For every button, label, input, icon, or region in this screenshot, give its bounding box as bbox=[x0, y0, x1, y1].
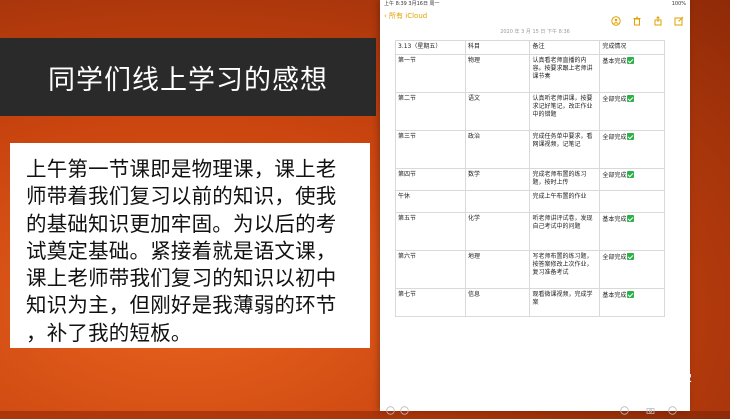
subject-cell: 数学 bbox=[464, 168, 531, 191]
share-icon[interactable] bbox=[653, 11, 663, 26]
body-line: 课上老师带我们复习的知识以初中 bbox=[26, 266, 337, 291]
table-row: 第五节 化学 听老师讲评试卷，发现自己考试中的问题 基本完成 bbox=[395, 212, 665, 251]
note-cell: 听老师讲评试卷，发现自己考试中的问题 bbox=[529, 212, 601, 251]
note-cell: 认真看老师直播的内容。按要求跟上老师讲课节奏 bbox=[529, 54, 601, 93]
status-cell: 基本完成 bbox=[599, 212, 665, 251]
table-row: 第四节 数学 完成老师布置的练习题，按时上传 全部完成 bbox=[395, 168, 665, 191]
table-row: 第一节 物理 认真看老师直播的内容。按要求跟上老师讲课节奏 基本完成 bbox=[395, 54, 665, 93]
table-header: 备注 bbox=[529, 40, 601, 55]
table-row: 第三节 政治 完成任务单中要求，看网课视频，记笔记 全部完成 bbox=[395, 130, 665, 169]
status-cell: 全部完成 bbox=[599, 92, 665, 131]
wechat-icon bbox=[539, 369, 567, 387]
status-text: 基本完成 bbox=[602, 216, 627, 223]
body-line: 知识为主，但刚好是我薄弱的环节 bbox=[26, 293, 337, 318]
body-line: ，补了我的短板。 bbox=[26, 320, 192, 345]
table-header: 科目 bbox=[464, 40, 531, 55]
check-icon bbox=[627, 133, 635, 140]
table-row: 第七节 信息 观看微课视频，完成学案 基本完成 bbox=[395, 288, 665, 317]
status-cell bbox=[599, 190, 665, 213]
table-header-row: 3.13（星期五） 科目 备注 完成情况 bbox=[395, 40, 665, 55]
schedule-table: 3.13（星期五） 科目 备注 完成情况 第一节 物理 认真看老师直播的内容。按… bbox=[395, 40, 665, 317]
trash-icon[interactable] bbox=[632, 11, 642, 26]
note-cell: 完成上午布置的作业 bbox=[529, 190, 601, 213]
status-cell: 全部完成 bbox=[599, 250, 665, 289]
subject-cell: 地理 bbox=[464, 250, 531, 289]
period-cell: 第二节 bbox=[395, 92, 466, 131]
status-bar: 上午 8:39 3月16日 周一 100% bbox=[380, 0, 690, 9]
status-text: 全部完成 bbox=[602, 172, 627, 179]
status-cell: 全部完成 bbox=[599, 168, 665, 191]
markup-icon[interactable] bbox=[620, 400, 629, 415]
back-label: 所有 iCloud bbox=[389, 12, 428, 20]
subject-cell: 信息 bbox=[464, 288, 531, 317]
subject-cell: 物理 bbox=[464, 54, 531, 93]
body-line: 的基础知识更加牢固。为以后的考 bbox=[26, 211, 337, 236]
period-cell: 第一节 bbox=[395, 54, 466, 93]
status-cell: 基本完成 bbox=[599, 54, 665, 93]
period-cell: 午休 bbox=[395, 190, 466, 213]
period-cell: 第七节 bbox=[395, 288, 466, 317]
body-line: 师带着我们复习以前的知识，使我 bbox=[26, 184, 337, 209]
check-icon bbox=[627, 171, 635, 178]
status-text: 基本完成 bbox=[602, 58, 627, 65]
add-person-icon[interactable] bbox=[611, 11, 621, 26]
table-header: 完成情况 bbox=[599, 40, 665, 55]
status-text: 基本完成 bbox=[602, 292, 627, 299]
status-text: 全部完成 bbox=[602, 254, 627, 261]
pen-icon[interactable] bbox=[668, 400, 677, 415]
watermark-text: 北京市鲁迅中学 bbox=[574, 370, 694, 389]
redo-icon[interactable] bbox=[400, 400, 409, 415]
period-cell: 第四节 bbox=[395, 168, 466, 191]
slide-title: 同学们线上学习的感想 bbox=[48, 65, 328, 96]
period-cell: 第六节 bbox=[395, 250, 466, 289]
note-cell: 观看微课视频，完成学案 bbox=[529, 288, 601, 317]
table-header: 3.13（星期五） bbox=[395, 40, 466, 55]
reflection-textbox: 上午第一节课即是物理课，课上老 师带着我们复习以前的知识，使我 的基础知识更加牢… bbox=[10, 143, 370, 348]
note-timestamp: 2020 年 3 月 15 日 下午 8:36 bbox=[500, 29, 570, 35]
notes-screenshot: 上午 8:39 3月16日 周一 100% ‹ 所有 iCloud 2020 年… bbox=[380, 0, 690, 415]
table-row: 午休 完成上午布置的作业 bbox=[395, 190, 665, 213]
period-cell: 第五节 bbox=[395, 212, 466, 251]
status-cell: 基本完成 bbox=[599, 288, 665, 317]
note-cell: 完成老师布置的练习题，按时上传 bbox=[529, 168, 601, 191]
status-cell: 全部完成 bbox=[599, 130, 665, 169]
status-time: 上午 8:39 3月16日 周一 bbox=[384, 1, 440, 7]
note-cell: 认真听老师讲课，按要求记好笔记，改正作业中的错题 bbox=[529, 92, 601, 131]
table-row: 第二节 语文 认真听老师讲课，按要求记好笔记，改正作业中的错题 全部完成 bbox=[395, 92, 665, 131]
slide: 同学们线上学习的感想 上午第一节课即是物理课，课上老 师带着我们复习以前的知识，… bbox=[0, 0, 730, 415]
camera-icon[interactable] bbox=[646, 400, 655, 414]
check-icon bbox=[627, 215, 635, 222]
note-cell: 完成任务单中要求，看网课视频，记笔记 bbox=[529, 130, 601, 169]
back-button[interactable]: ‹ 所有 iCloud bbox=[384, 11, 427, 21]
body-line: 上午第一节课即是物理课，课上老 bbox=[26, 157, 337, 181]
period-cell: 第三节 bbox=[395, 130, 466, 169]
check-icon bbox=[627, 291, 635, 298]
nav-icons bbox=[611, 11, 684, 26]
bottom-toolbar bbox=[380, 397, 690, 415]
status-text: 全部完成 bbox=[602, 134, 627, 141]
watermark: 北京市鲁迅中学 bbox=[538, 366, 693, 390]
check-icon bbox=[627, 57, 635, 64]
body-line: 试奠定基础。紧接着就是语文课， bbox=[26, 238, 337, 263]
subject-cell: 政治 bbox=[464, 130, 531, 169]
notes-navbar: ‹ 所有 iCloud bbox=[380, 9, 690, 27]
check-icon bbox=[627, 253, 635, 260]
check-icon bbox=[627, 95, 635, 102]
table-row: 第六节 地理 写老师布置的练习题，按答案修改上次作业，复习准备考试 全部完成 bbox=[395, 250, 665, 289]
status-text: 全部完成 bbox=[602, 96, 627, 103]
undo-icon[interactable] bbox=[386, 400, 395, 415]
battery-level: 100% bbox=[671, 1, 686, 7]
subject-cell bbox=[464, 190, 531, 213]
compose-icon[interactable] bbox=[674, 11, 684, 26]
note-cell: 写老师布置的练习题，按答案修改上次作业，复习准备考试 bbox=[529, 250, 601, 289]
subject-cell: 化学 bbox=[464, 212, 531, 251]
subject-cell: 语文 bbox=[464, 92, 531, 131]
